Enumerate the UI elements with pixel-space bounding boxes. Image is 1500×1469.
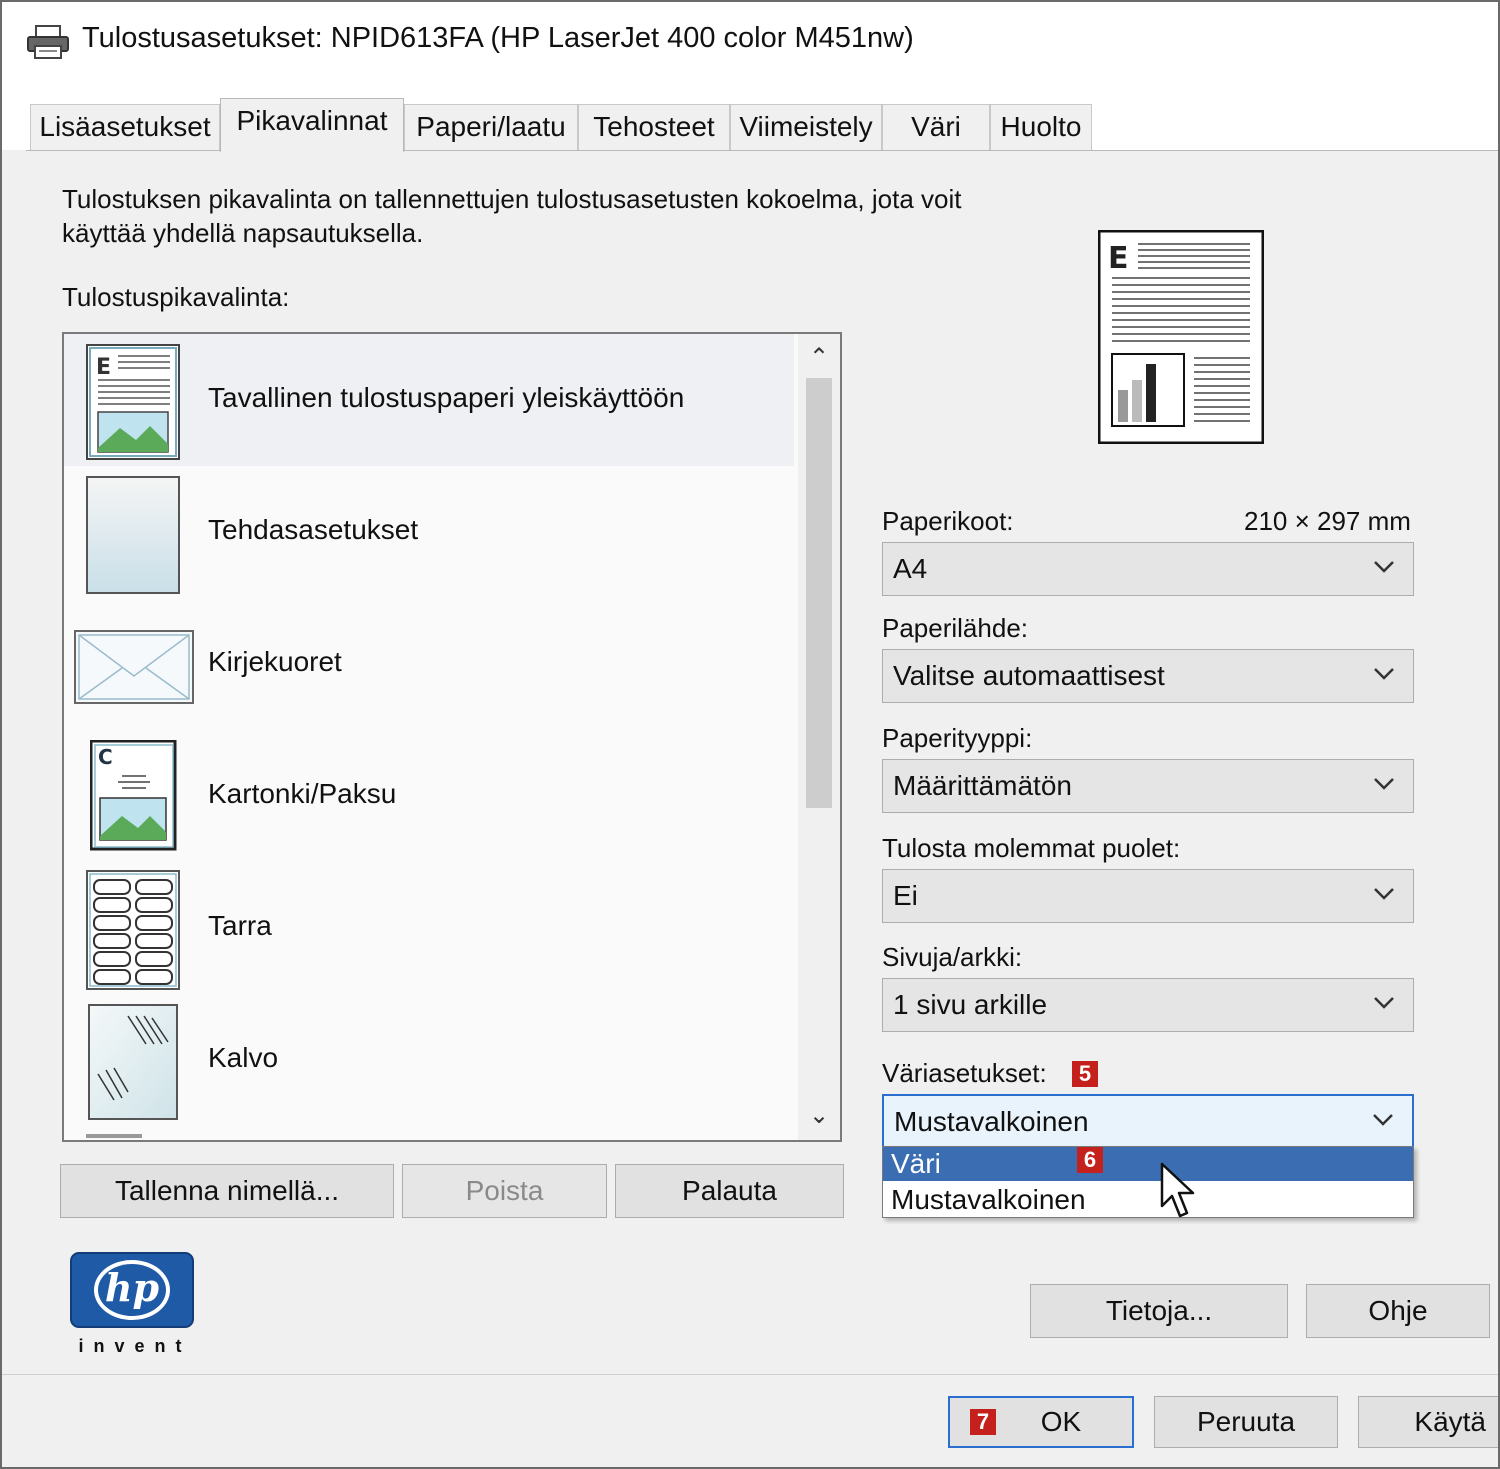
transparency-icon — [88, 1004, 178, 1120]
chevron-down-icon — [1374, 888, 1394, 900]
page-preview-icon: E — [1098, 230, 1264, 444]
callout-badge-7: 7 — [970, 1409, 996, 1435]
color-options-dropdown: Väri Mustavalkoinen — [882, 1146, 1414, 1218]
cardstock-icon: C — [90, 740, 177, 851]
duplex-value: Ei — [893, 880, 918, 911]
callout-badge-6: 6 — [1077, 1147, 1103, 1173]
title-bar: Tulostusasetukset: NPID613FA (HP LaserJe… — [2, 2, 1498, 80]
reset-button[interactable]: Palauta — [615, 1164, 844, 1218]
scroll-thumb[interactable] — [806, 378, 832, 808]
hp-logo: hp — [70, 1252, 194, 1328]
scroll-down-icon[interactable]: ⌄ — [798, 1096, 840, 1136]
labels-icon — [86, 870, 180, 990]
description-line-2: käyttää yhdellä napsautuksella. — [62, 218, 424, 248]
chevron-down-icon — [1373, 1114, 1393, 1126]
list-item[interactable]: C Kartonki/Paksu — [64, 730, 794, 862]
paper-size-value: A4 — [893, 553, 928, 584]
save-as-button[interactable]: Tallenna nimellä... — [60, 1164, 394, 1218]
tab-advanced[interactable]: Lisäasetukset — [30, 104, 220, 150]
chevron-down-icon — [1374, 561, 1394, 573]
svg-text:E: E — [1108, 241, 1129, 276]
apply-button[interactable]: Käytä — [1358, 1396, 1498, 1448]
dropdown-option-color[interactable]: Väri — [883, 1147, 1413, 1181]
paper-type-select[interactable]: Määrittämätön — [882, 759, 1414, 813]
dropdown-option-grayscale[interactable]: Mustavalkoinen — [883, 1183, 1413, 1217]
list-item-label: Tarra — [208, 910, 272, 941]
tab-shortcuts[interactable]: Pikavalinnat — [220, 98, 404, 152]
list-item-label: Tavallinen tulostuspaperi yleiskäyttöön — [208, 382, 685, 413]
pages-per-sheet-value: 1 sivu arkille — [893, 989, 1048, 1020]
description-line-1: Tulostuksen pikavalinta on tallennettuje… — [62, 184, 962, 214]
scroll-up-icon[interactable]: ⌃ — [798, 338, 840, 378]
shortcut-list[interactable]: E Tavallinen tulostuspaperi yleiskäyttöö… — [62, 332, 842, 1142]
paper-source-label: Paperilähde: — [882, 613, 1028, 643]
mouse-cursor-icon — [1160, 1162, 1195, 1218]
svg-text:C: C — [98, 745, 113, 769]
paper-type-label: Paperityyppi: — [882, 723, 1033, 753]
pages-per-sheet-select[interactable]: 1 sivu arkille — [882, 978, 1414, 1032]
list-item-label: Tehdasasetukset — [208, 514, 419, 545]
list-item[interactable]: Tehdasasetukset — [64, 466, 794, 598]
hp-tagline: invent — [78, 1336, 192, 1356]
paper-source-select[interactable]: Valitse automaattisest — [882, 649, 1414, 703]
paper-size-dimensions: 210 × 297 mm — [1244, 506, 1411, 536]
chevron-down-icon — [1374, 997, 1394, 1009]
color-options-value: Mustavalkoinen — [894, 1106, 1089, 1137]
list-item-label: Kalvo — [208, 1042, 279, 1073]
list-item-label: Kirjekuoret — [208, 646, 342, 677]
list-item[interactable]: E Tavallinen tulostuspaperi yleiskäyttöö… — [64, 334, 794, 466]
list-item[interactable]: Kalvo — [64, 994, 794, 1126]
list-item[interactable]: Tarra — [64, 862, 794, 994]
pages-per-sheet-label: Sivuja/arkki: — [882, 942, 1023, 972]
ok-label: OK — [1040, 1406, 1082, 1437]
tab-paper-quality[interactable]: Paperi/laatu — [404, 104, 578, 150]
callout-badge-5: 5 — [1072, 1061, 1098, 1087]
paper-size-select[interactable]: A4 — [882, 542, 1414, 596]
color-options-select[interactable]: Mustavalkoinen — [882, 1094, 1414, 1148]
paper-size-label: Paperikoot: — [882, 506, 1014, 536]
help-button[interactable]: Ohje — [1306, 1284, 1490, 1338]
tab-services[interactable]: Huolto — [990, 104, 1092, 150]
list-item[interactable]: Kirjekuoret — [64, 598, 794, 730]
document-image-icon: E — [86, 344, 180, 460]
paper-source-value: Valitse automaattisest — [893, 660, 1165, 691]
chevron-down-icon — [1374, 778, 1394, 790]
shortcut-description: Tulostuksen pikavalinta on tallennettuje… — [62, 182, 961, 250]
tab-color[interactable]: Väri — [882, 104, 990, 150]
color-options-label: Väriasetukset: — [882, 1058, 1047, 1088]
list-scrollbar[interactable]: ⌃ ⌄ — [798, 334, 840, 1140]
duplex-label: Tulosta molemmat puolet: — [882, 833, 1181, 863]
about-button[interactable]: Tietoja... — [1030, 1284, 1288, 1338]
paper-type-value: Määrittämätön — [893, 770, 1072, 801]
list-item-label: Kartonki/Paksu — [208, 778, 397, 809]
chevron-down-icon — [1374, 668, 1394, 680]
hp-logo-text: hp — [104, 1265, 160, 1310]
delete-button[interactable]: Poista — [402, 1164, 607, 1218]
tab-effects[interactable]: Tehosteet — [578, 104, 730, 150]
envelope-icon — [74, 630, 194, 704]
printer-icon — [27, 25, 69, 59]
svg-text:E: E — [96, 355, 111, 380]
print-settings-dialog: Tulostusasetukset: NPID613FA (HP LaserJe… — [0, 0, 1500, 1469]
cancel-button[interactable]: Peruuta — [1154, 1396, 1338, 1448]
blank-page-icon — [86, 476, 180, 594]
next-item-edge — [86, 1134, 142, 1138]
window-title: Tulostusasetukset: NPID613FA (HP LaserJe… — [82, 22, 914, 54]
shortcut-list-label: Tulostuspikavalinta: — [62, 282, 290, 312]
tab-finishing[interactable]: Viimeistely — [730, 104, 882, 150]
duplex-select[interactable]: Ei — [882, 869, 1414, 923]
